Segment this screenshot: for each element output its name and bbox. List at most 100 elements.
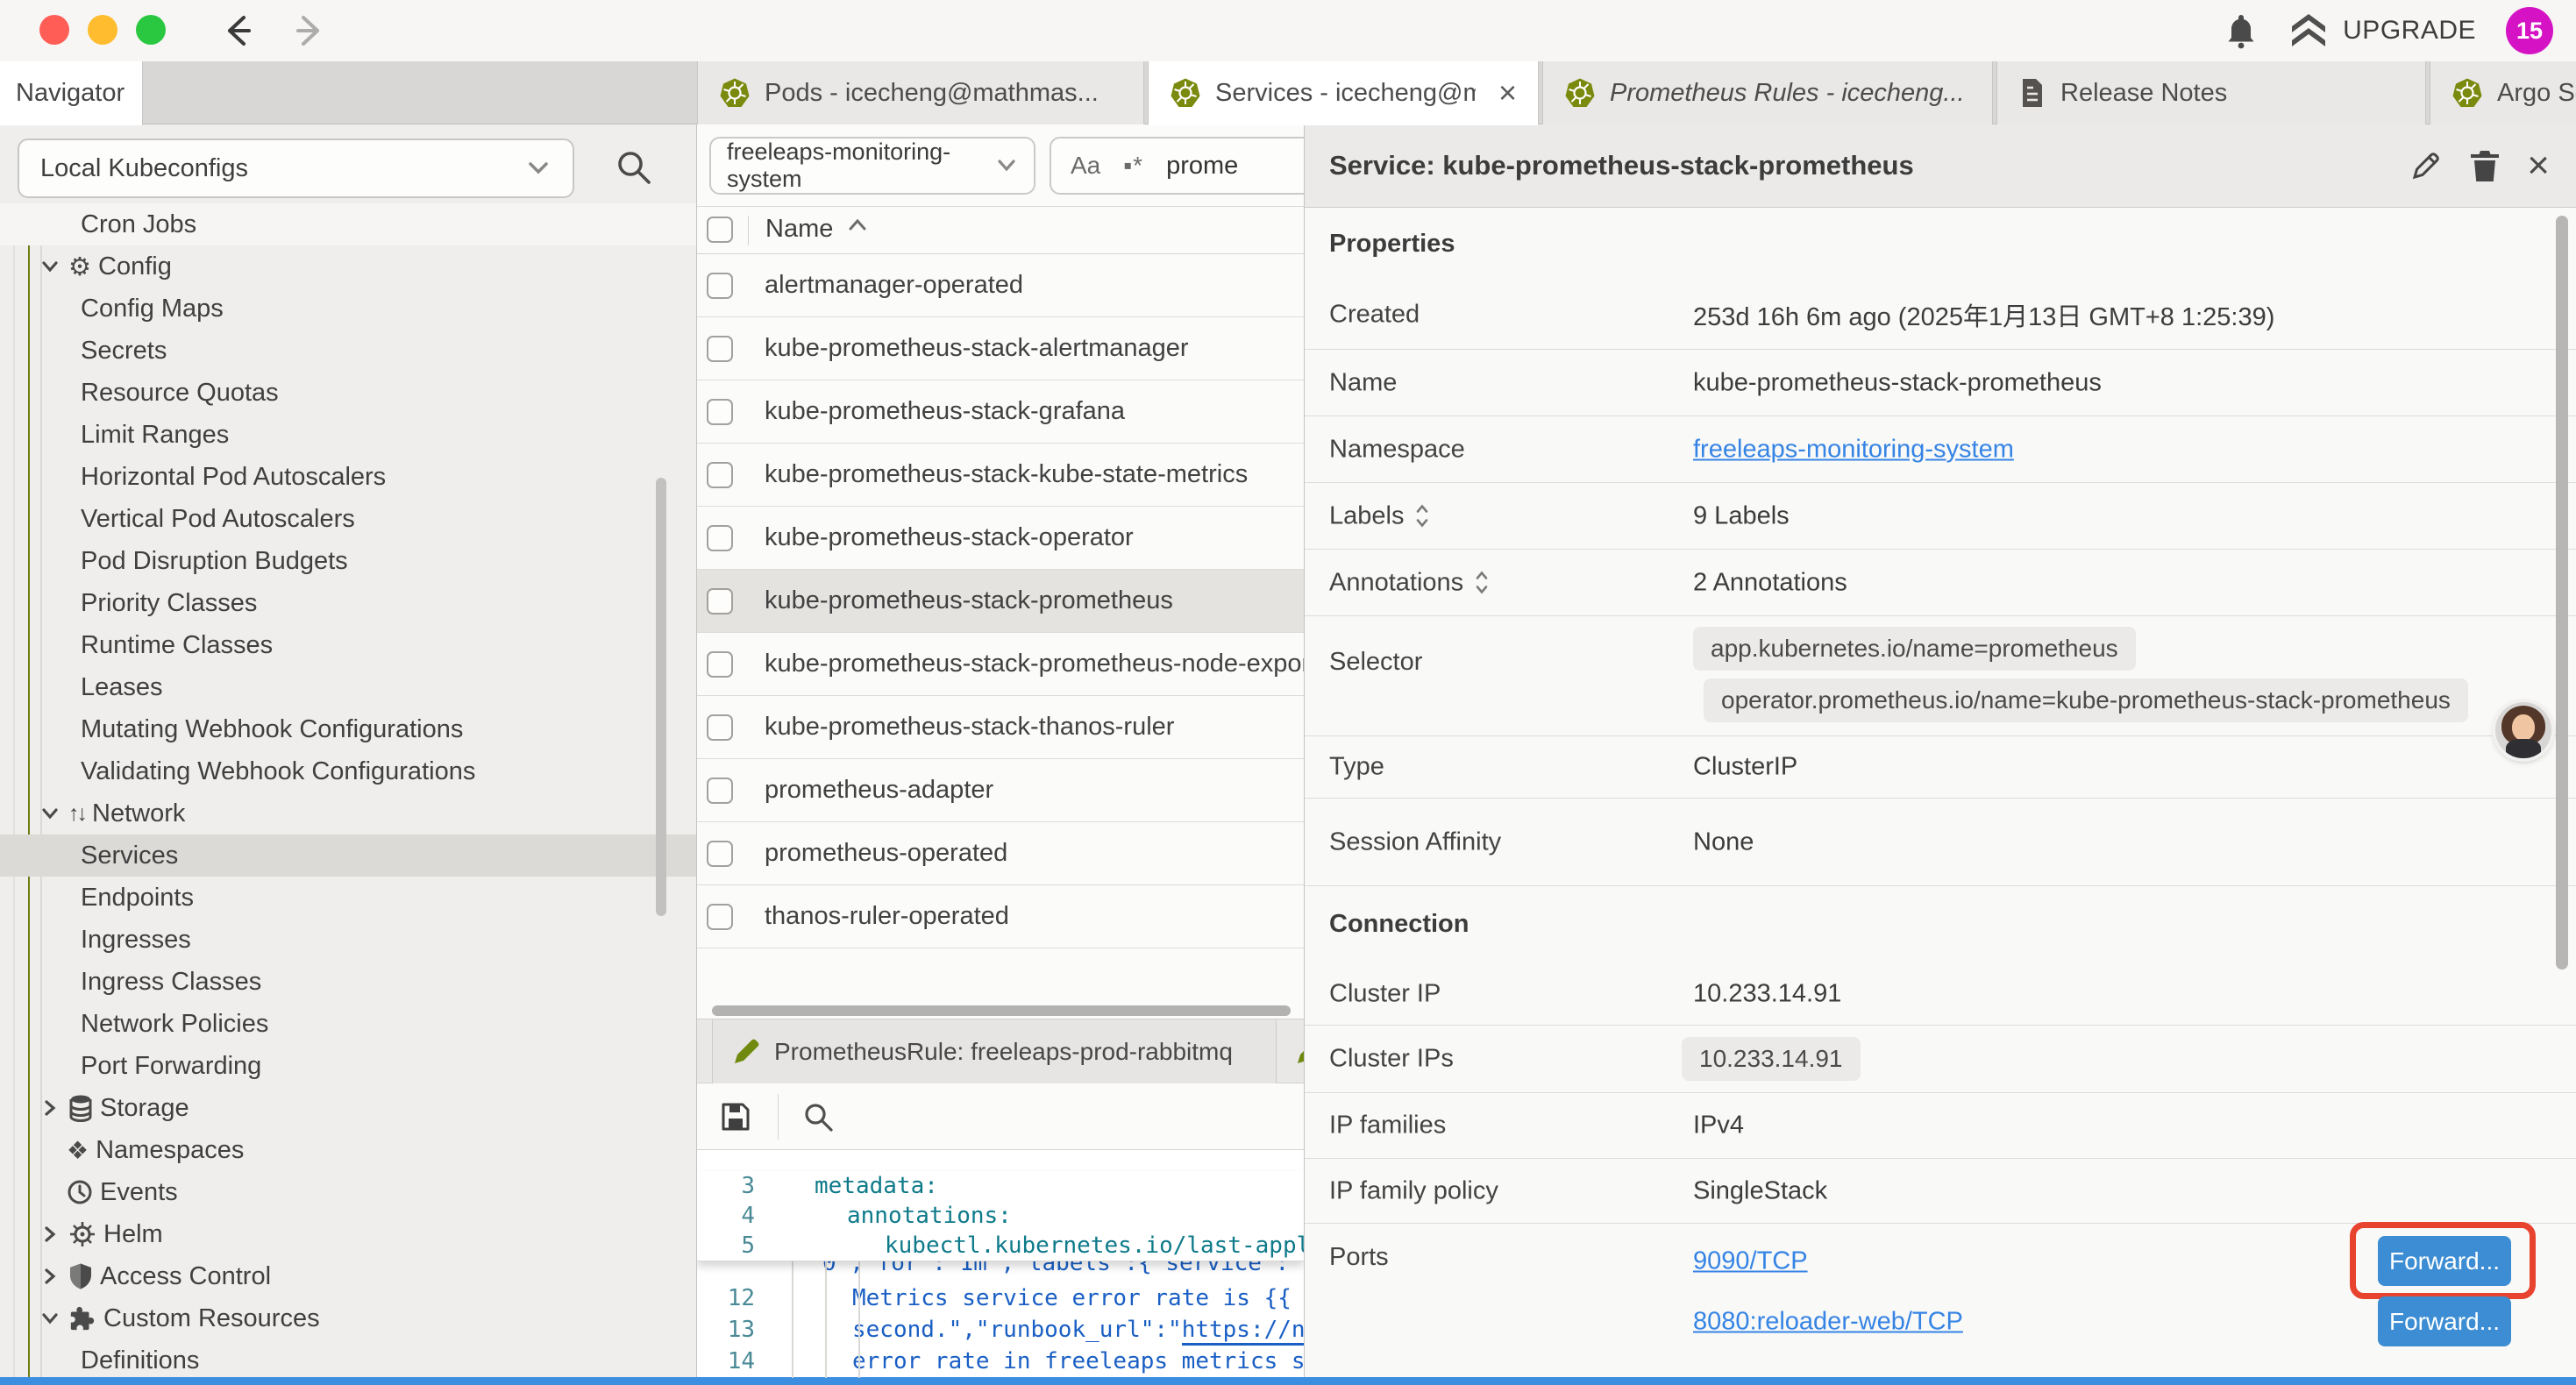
table-row[interactable]: kube-prometheus-stack-kube-state-metrics xyxy=(697,444,1304,507)
editor-tab-prometheusrule[interactable]: PrometheusRule: freeleaps-prod-rabbitmq xyxy=(712,1019,1277,1083)
namespace-select[interactable]: freeleaps-monitoring-system xyxy=(709,137,1035,195)
table-row[interactable]: prometheus-adapter xyxy=(697,759,1304,822)
match-case-toggle[interactable]: Aa xyxy=(1071,152,1100,180)
row-checkbox[interactable] xyxy=(707,273,733,299)
sidebar-item-resource-quotas[interactable]: Resource Quotas xyxy=(0,372,696,414)
sidebar-scrollbar[interactable] xyxy=(656,478,666,916)
table-row[interactable]: prometheus-operated xyxy=(697,822,1304,885)
table-row[interactable]: kube-prometheus-stack-alertmanager xyxy=(697,317,1304,380)
sidebar-search-icon[interactable] xyxy=(614,147,654,188)
name-column-header[interactable]: Name xyxy=(765,215,868,244)
avatar-torso xyxy=(2506,739,2541,758)
sidebar-item-leases[interactable]: Leases xyxy=(0,666,696,708)
table-row[interactable]: kube-prometheus-stack-grafana xyxy=(697,380,1304,444)
editor-search-icon[interactable] xyxy=(801,1099,836,1134)
forward-button[interactable]: Forward... xyxy=(2378,1296,2511,1346)
row-checkbox[interactable] xyxy=(707,651,733,678)
navigator-sidebar: Local Kubeconfigs Cron Jobs⚙ConfigConfig… xyxy=(0,124,697,1378)
sidebar-item-mutating-webhook-configurations[interactable]: Mutating Webhook Configurations xyxy=(0,708,696,750)
sidebar-item-horizontal-pod-autoscalers[interactable]: Horizontal Pod Autoscalers xyxy=(0,456,696,498)
forward-button[interactable]: Forward... xyxy=(2378,1236,2511,1286)
yaml-editor[interactable]: 0","for":"1m","labels":{"service": 12Met… xyxy=(697,1150,1304,1378)
sidebar-item-validating-webhook-configurations[interactable]: Validating Webhook Configurations xyxy=(0,750,696,792)
sidebar-item-config-maps[interactable]: Config Maps xyxy=(0,288,696,330)
window-zoom-button[interactable] xyxy=(136,15,166,45)
sidebar-item-definitions[interactable]: Definitions xyxy=(0,1339,696,1378)
sidebar-item-pod-disruption-budgets[interactable]: Pod Disruption Budgets xyxy=(0,540,696,582)
save-icon[interactable] xyxy=(718,1099,753,1134)
editor-line: 3metadata: xyxy=(697,1171,1304,1201)
regex-toggle[interactable]: ▪* xyxy=(1123,152,1143,180)
edit-pencil-icon[interactable] xyxy=(2409,149,2443,182)
sidebar-item-vertical-pod-autoscalers[interactable]: Vertical Pod Autoscalers xyxy=(0,498,696,540)
tab-argo[interactable]: Argo Se xyxy=(2430,61,2576,125)
sidebar-item-secrets[interactable]: Secrets xyxy=(0,330,696,372)
sidebar-item-events[interactable]: Events xyxy=(0,1171,696,1213)
sidebar-item-label: Config xyxy=(98,252,172,281)
table-row[interactable]: kube-prometheus-stack-prometheus xyxy=(697,570,1304,633)
sidebar-item-runtime-classes[interactable]: Runtime Classes xyxy=(0,624,696,666)
sidebar-item-endpoints[interactable]: Endpoints xyxy=(0,877,696,919)
code-link[interactable]: https://net xyxy=(1182,1317,1304,1346)
sidebar-item-limit-ranges[interactable]: Limit Ranges xyxy=(0,414,696,456)
upgrade-button[interactable]: UPGRADE xyxy=(2288,12,2476,49)
row-checkbox[interactable] xyxy=(707,904,733,930)
table-row[interactable]: thanos-ruler-operated xyxy=(697,885,1304,948)
notification-count-badge[interactable]: 15 xyxy=(2506,7,2553,54)
sidebar-item-storage[interactable]: Storage xyxy=(0,1087,696,1129)
navigator-panel-tab[interactable]: Navigator xyxy=(0,61,143,125)
port-link[interactable]: 9090/TCP xyxy=(1693,1246,1808,1275)
detail-value-link[interactable]: freeleaps-monitoring-system xyxy=(1693,435,2014,464)
resource-search-input[interactable]: Aa ▪* prome xyxy=(1050,137,1304,195)
table-row[interactable]: kube-prometheus-stack-prometheus-node-ex… xyxy=(697,633,1304,696)
sidebar-item-custom-resources[interactable]: Custom Resources xyxy=(0,1297,696,1339)
table-row[interactable]: kube-prometheus-stack-operator xyxy=(697,507,1304,570)
table-row[interactable]: alertmanager-operated xyxy=(697,254,1304,317)
sidebar-item-ingress-classes[interactable]: Ingress Classes xyxy=(0,961,696,1003)
tab-release[interactable]: Release Notes xyxy=(1996,61,2426,125)
close-icon[interactable]: × xyxy=(2527,146,2550,185)
sidebar-item-network-policies[interactable]: Network Policies xyxy=(0,1003,696,1045)
helm-icon xyxy=(68,1220,96,1248)
sidebar-item-cron-jobs[interactable]: Cron Jobs xyxy=(0,203,696,245)
sidebar-item-config[interactable]: ⚙Config xyxy=(0,245,696,288)
delete-trash-icon[interactable] xyxy=(2469,148,2501,183)
sidebar-item-namespaces[interactable]: ❖Namespaces xyxy=(0,1129,696,1171)
selector-chip: operator.prometheus.io/name=kube-prometh… xyxy=(1704,678,2468,722)
row-checkbox[interactable] xyxy=(707,714,733,741)
kubeconfig-select[interactable]: Local Kubeconfigs xyxy=(18,138,574,198)
user-avatar[interactable] xyxy=(2495,702,2551,758)
row-checkbox[interactable] xyxy=(707,588,733,614)
back-arrow-icon[interactable] xyxy=(217,11,258,51)
row-checkbox[interactable] xyxy=(707,462,733,488)
sidebar-item-ingresses[interactable]: Ingresses xyxy=(0,919,696,961)
tab-services[interactable]: Services - icecheng@math...× xyxy=(1148,61,1539,125)
row-checkbox[interactable] xyxy=(707,399,733,425)
select-all-checkbox[interactable] xyxy=(707,217,733,243)
window-minimize-button[interactable] xyxy=(88,15,117,45)
details-scrollbar[interactable] xyxy=(2556,216,2568,970)
document-icon xyxy=(2018,77,2046,109)
window-close-button[interactable] xyxy=(39,15,69,45)
sidebar-item-services[interactable]: Services xyxy=(0,835,696,877)
detail-row-cluster-ip: Cluster IP10.233.14.91 xyxy=(1305,962,2576,1026)
row-checkbox[interactable] xyxy=(707,336,733,362)
notifications-bell-icon[interactable] xyxy=(2224,11,2259,50)
sidebar-item-priority-classes[interactable]: Priority Classes xyxy=(0,582,696,624)
sidebar-item-network[interactable]: ↑↓Network xyxy=(0,792,696,835)
tab-close-icon[interactable]: × xyxy=(1498,77,1517,109)
sidebar-item-helm[interactable]: Helm xyxy=(0,1213,696,1255)
forward-arrow-icon[interactable] xyxy=(289,11,330,51)
sidebar-item-access-control[interactable]: Access Control xyxy=(0,1255,696,1297)
sidebar-item-port-forwarding[interactable]: Port Forwarding xyxy=(0,1045,696,1087)
port-link[interactable]: 8080:reloader-web/TCP xyxy=(1693,1307,1963,1336)
row-checkbox[interactable] xyxy=(707,525,733,551)
editor-tab-next-partial[interactable] xyxy=(1283,1019,1304,1083)
tab-pods[interactable]: Pods - icecheng@mathmas... xyxy=(697,61,1144,125)
row-checkbox[interactable] xyxy=(707,841,733,867)
tab-prometheus[interactable]: Prometheus Rules - icecheng... xyxy=(1542,61,1993,125)
service-table-rows: alertmanager-operatedkube-prometheus-sta… xyxy=(697,254,1304,948)
table-row[interactable]: kube-prometheus-stack-thanos-ruler xyxy=(697,696,1304,759)
table-horizontal-scrollbar[interactable] xyxy=(712,1005,1291,1016)
row-checkbox[interactable] xyxy=(707,778,733,804)
